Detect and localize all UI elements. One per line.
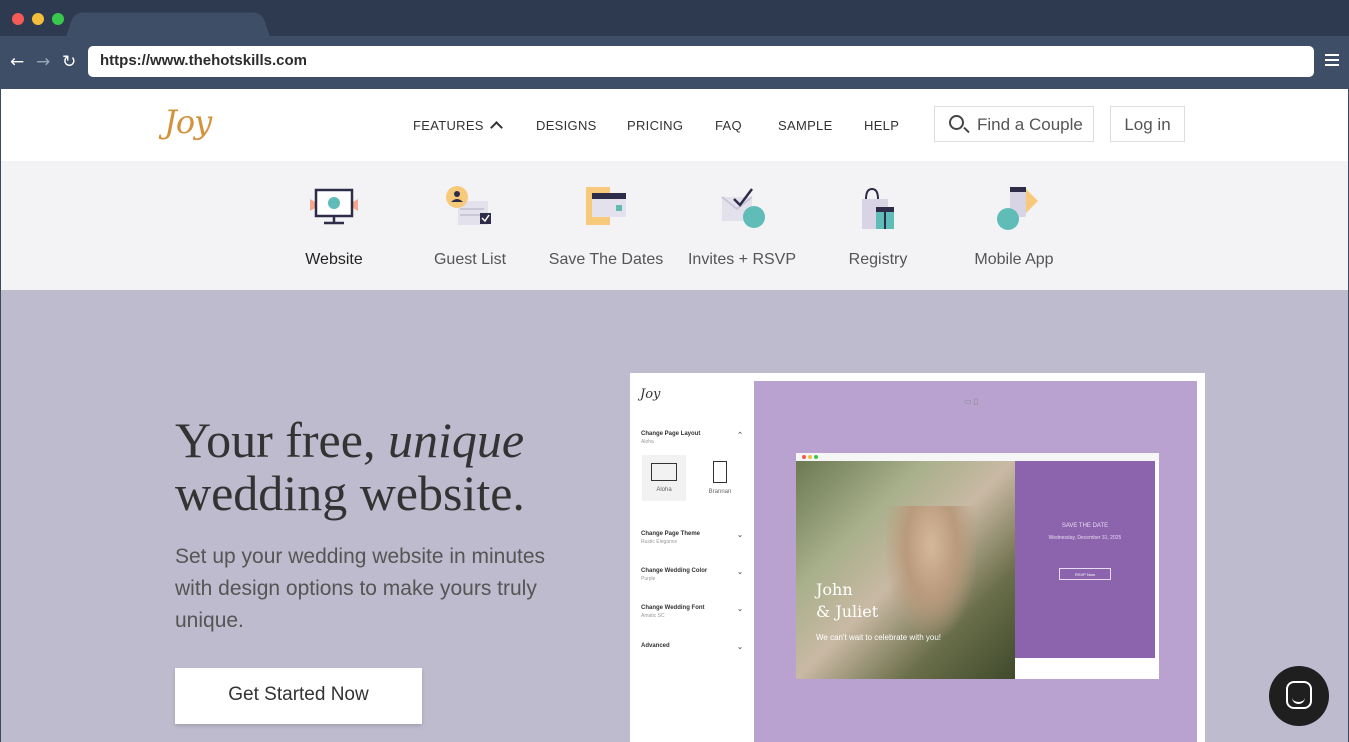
- chevron-up-icon: [489, 121, 503, 134]
- preview-dot: [802, 455, 806, 459]
- names-line2: & Juliet: [816, 602, 879, 621]
- feature-invites-rsvp[interactable]: Invites + RSVP: [674, 185, 810, 269]
- layout-option-brannan[interactable]: Brannan: [698, 455, 742, 501]
- gift-bag-icon: [850, 185, 906, 235]
- panel-wedding-color-title: Change Wedding Color: [641, 568, 708, 574]
- chevron-down-icon: ⌄: [737, 644, 743, 651]
- panel-page-theme[interactable]: Change Page Theme Rustic Elegance ⌄: [641, 531, 743, 545]
- feature-registry[interactable]: Registry: [810, 185, 946, 269]
- feature-save-the-dates-label: Save The Dates: [548, 251, 664, 268]
- layout-option-aloha[interactable]: Aloha: [642, 455, 686, 501]
- save-the-date-line: Wednesday, December 31, 2025: [1048, 535, 1122, 541]
- preview-dot: [814, 455, 818, 459]
- web-page: Joy FEATURES DESIGNS PRICING FAQ SAMPLE …: [1, 89, 1348, 742]
- layout-option-label: Aloha: [656, 487, 672, 493]
- close-window-button[interactable]: [12, 13, 24, 25]
- panel-page-layout-value: Aloha: [641, 439, 654, 445]
- login-button[interactable]: Log in: [1110, 106, 1185, 142]
- editor-canvas: ▭ ▯ John & Juliet We can't wait to celebr…: [754, 381, 1197, 742]
- minimize-window-button[interactable]: [32, 13, 44, 25]
- chevron-up-icon: ⌃: [737, 432, 743, 439]
- feature-mobile-app-label: Mobile App: [974, 251, 1054, 268]
- find-a-couple-button[interactable]: Find a Couple: [934, 106, 1094, 142]
- chat-launcher-button[interactable]: [1269, 666, 1329, 726]
- feature-invites-rsvp-label: Invites + RSVP: [687, 251, 797, 268]
- preview-window-bar: [796, 453, 1159, 461]
- layout-option-label: Brannan: [708, 489, 732, 495]
- nav-pricing[interactable]: PRICING: [627, 118, 683, 133]
- find-a-couple-label: Find a Couple: [977, 115, 1083, 134]
- features-menu: Website Guest List Save The Dates Invite…: [1, 161, 1348, 290]
- nav-features-label: FEATURES: [413, 118, 484, 133]
- feature-mobile-app[interactable]: Mobile App: [946, 185, 1082, 269]
- feature-website[interactable]: Website: [266, 185, 402, 269]
- chat-icon: [1286, 681, 1312, 709]
- couple-photo: John & Juliet We can't wait to celebrate …: [796, 461, 1015, 679]
- nav-faq[interactable]: FAQ: [715, 118, 742, 133]
- maximize-window-button[interactable]: [52, 13, 64, 25]
- nav-sample[interactable]: SAMPLE: [778, 118, 833, 133]
- site-tagline: We can't wait to celebrate with you!: [816, 633, 941, 642]
- layout-thumbnail: [713, 461, 727, 483]
- nav-help[interactable]: HELP: [864, 118, 899, 133]
- guest-list-icon: [442, 185, 498, 235]
- rsvp-button[interactable]: RSVP Now: [1059, 568, 1111, 580]
- device-toggle-icons[interactable]: ▭ ▯: [964, 397, 978, 406]
- headline-part1: Your free,: [175, 412, 388, 468]
- couple-names: John & Juliet: [816, 579, 878, 623]
- phone-icon: [986, 185, 1042, 235]
- nav-features[interactable]: FEATURES: [413, 118, 503, 134]
- site-header: Joy FEATURES DESIGNS PRICING FAQ SAMPLE …: [1, 89, 1348, 161]
- feature-website-label: Website: [305, 251, 363, 268]
- chevron-down-icon: ⌄: [737, 606, 743, 613]
- calendar-icon: [578, 185, 634, 235]
- panel-wedding-font-title: Change Wedding Font: [641, 605, 705, 611]
- nav-designs[interactable]: DESIGNS: [536, 118, 597, 133]
- browser-chrome: ← → ↻ https://www.thehotskills.com: [0, 0, 1349, 89]
- panel-page-layout[interactable]: Change Page Layout Aloha ⌃: [641, 431, 743, 445]
- monitor-icon: [306, 185, 362, 235]
- joy-logo[interactable]: Joy: [164, 103, 212, 141]
- chevron-down-icon: ⌄: [737, 569, 743, 576]
- layout-thumbnail: [651, 463, 677, 481]
- headline-emphasis: unique: [387, 412, 525, 468]
- panel-page-theme-title: Change Page Theme: [641, 531, 701, 537]
- headline-part2: wedding website.: [175, 465, 525, 521]
- hamburger-menu-icon[interactable]: [1325, 54, 1339, 66]
- preview-dot: [808, 455, 812, 459]
- couple-figure: [886, 506, 976, 636]
- feature-save-the-dates[interactable]: Save The Dates: [538, 185, 674, 269]
- address-bar[interactable]: https://www.thehotskills.com: [88, 46, 1314, 77]
- browser-toolbar: ← → ↻ https://www.thehotskills.com: [0, 36, 1349, 89]
- website-editor-preview: Joy Change Page Layout Aloha ⌃ Aloha Brann…: [630, 373, 1205, 742]
- feature-guest-list-label: Guest List: [433, 251, 507, 268]
- hero-subtext: Set up your wedding website in minutes w…: [175, 545, 546, 632]
- chevron-down-icon: ⌄: [737, 532, 743, 539]
- site-preview: John & Juliet We can't wait to celebrate …: [796, 453, 1159, 679]
- panel-wedding-color-value: Purple: [641, 576, 656, 582]
- save-the-date-panel: SAVE THE DATE Wednesday, December 31, 20…: [1015, 461, 1155, 658]
- editor-logo: Joy: [640, 387, 661, 402]
- browser-tab[interactable]: [65, 12, 271, 39]
- editor-sidebar: Joy Change Page Layout Aloha ⌃ Aloha Brann…: [630, 373, 754, 742]
- reload-icon[interactable]: ↻: [62, 53, 76, 71]
- panel-wedding-color[interactable]: Change Wedding Color Purple ⌄: [641, 568, 743, 582]
- back-arrow-icon[interactable]: ←: [10, 53, 24, 71]
- get-started-button[interactable]: Get Started Now: [175, 668, 422, 724]
- save-the-date-title: SAVE THE DATE: [1061, 523, 1109, 529]
- title-bar: [0, 0, 1349, 39]
- panel-wedding-font-value: Amatic SC: [641, 613, 665, 619]
- hero-headline: Your free, unique wedding website.: [175, 414, 525, 520]
- panel-page-layout-title: Change Page Layout: [641, 431, 701, 437]
- names-line1: John: [816, 580, 853, 599]
- panel-advanced[interactable]: Advanced ⌄: [641, 643, 743, 651]
- feature-registry-label: Registry: [848, 251, 908, 268]
- search-icon: [949, 115, 964, 130]
- panel-page-theme-value: Rustic Elegance: [641, 539, 678, 545]
- panel-wedding-font[interactable]: Change Wedding Font Amatic SC ⌄: [641, 605, 743, 619]
- panel-advanced-title: Advanced: [641, 643, 670, 649]
- envelope-check-icon: [714, 185, 770, 235]
- forward-arrow-icon[interactable]: →: [36, 53, 50, 71]
- feature-guest-list[interactable]: Guest List: [402, 185, 538, 269]
